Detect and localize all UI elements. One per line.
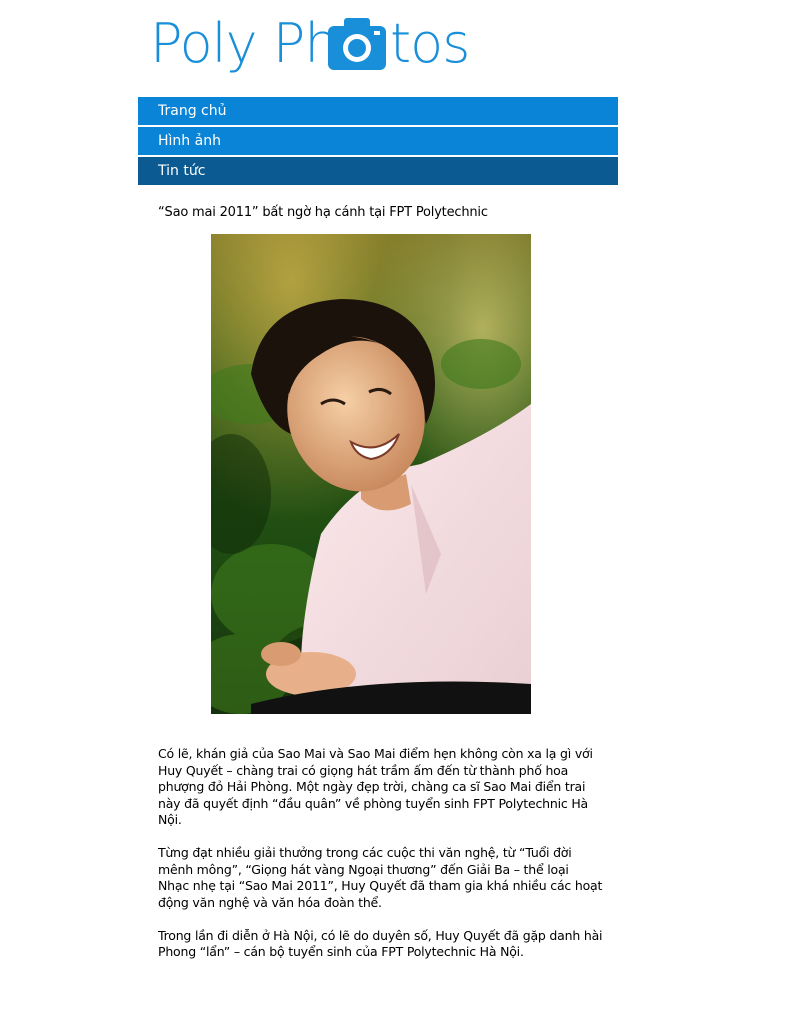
nav-item-photos[interactable]: Hình ảnh — [138, 127, 618, 155]
logo-text-tos-value: tos — [390, 12, 470, 75]
article-paragraph: Trong lần đi diễn ở Hà Nội, có lẽ do duy… — [158, 927, 603, 960]
camera-icon — [328, 18, 386, 70]
site-logo[interactable]: Poly Ph tos — [150, 8, 470, 88]
article-photo — [211, 234, 531, 714]
article-photo-image — [211, 234, 531, 714]
main-navigation: Trang chủ Hình ảnh Tin tức — [138, 97, 618, 187]
article-body: Có lẽ, khán giả của Sao Mai và Sao Mai đ… — [158, 746, 603, 977]
nav-item-home[interactable]: Trang chủ — [138, 97, 618, 125]
article-title: “Sao mai 2011” bất ngờ hạ cánh tại FPT P… — [158, 205, 488, 220]
article-paragraph: Có lẽ, khán giả của Sao Mai và Sao Mai đ… — [158, 746, 593, 827]
page: Poly Ph tos Trang chủ Hình ảnh Tin tức “… — [0, 0, 800, 1019]
nav-item-news[interactable]: Tin tức — [138, 157, 618, 185]
article-paragraph: Từng đạt nhiều giải thưởng trong các cuộ… — [158, 845, 603, 910]
logo-text-poly-ph: Poly Ph — [150, 12, 339, 75]
logo-text-tos: tos — [390, 12, 470, 75]
